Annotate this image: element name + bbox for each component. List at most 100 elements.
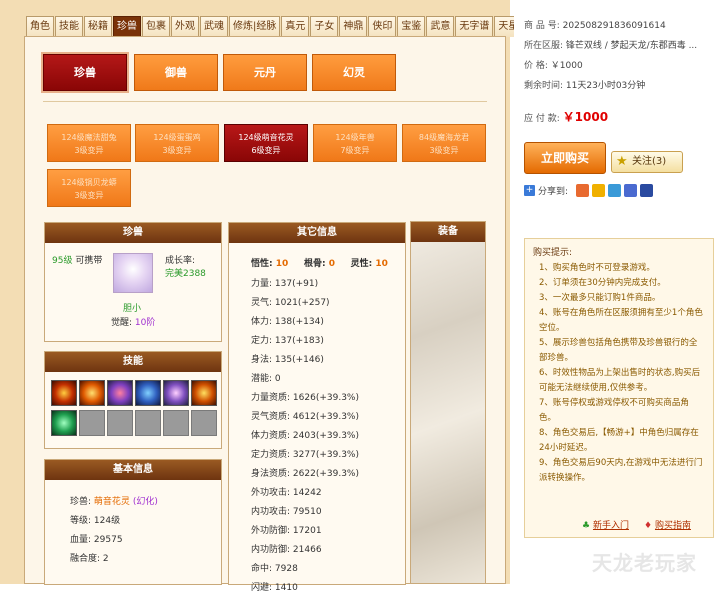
- basic-fusion-row: 融合度: 2: [70, 551, 109, 564]
- variant: (幻化): [132, 497, 158, 507]
- pet-card[interactable]: 124级魔法甜兔 3级变异: [47, 124, 131, 162]
- tip-item: 5、展示珍兽包括角色携带及珍兽银行的全部珍兽。: [539, 338, 698, 363]
- stat-row: 外功攻击: 14242: [251, 485, 322, 498]
- label: 商 品 号:: [524, 21, 560, 31]
- stat-value: 14242: [292, 488, 322, 498]
- label: 根骨:: [303, 259, 326, 269]
- stat-value: 2403(+39.3%): [292, 431, 359, 441]
- box-header: 技能: [45, 352, 221, 372]
- stat-value: 21466: [292, 545, 322, 555]
- tab-12[interactable]: 宝鉴: [397, 16, 426, 37]
- tab-5[interactable]: 外观: [171, 16, 199, 37]
- value: 124级: [93, 516, 121, 526]
- tab-10[interactable]: 神鼎: [339, 16, 368, 37]
- tab-bar: 角色技能秘籍珍兽包裹外观武魂修炼|经脉真元子女神鼎侠印宝鉴武意无字谱天星盘: [26, 16, 533, 37]
- beginner-link[interactable]: ♣ 新手入门: [582, 518, 629, 531]
- tab-8[interactable]: 真元: [281, 16, 310, 37]
- stat-label: 体力:: [251, 317, 273, 327]
- talent-row: 悟性: 10 根骨: 0 灵性: 10: [251, 256, 388, 269]
- awaken-value: 10阶: [134, 318, 156, 328]
- follow-button[interactable]: ★ 关注(3): [611, 151, 683, 173]
- stat-row: 力量资质: 1626(+39.3%): [251, 390, 359, 403]
- pet-card-selected[interactable]: 124级萌音花灵 6级变异: [224, 124, 308, 162]
- pet-name: 124级锅贝龙蟒: [61, 178, 117, 187]
- pet-name: 124级年兽: [335, 133, 375, 142]
- tab-7[interactable]: 修炼|经脉: [229, 16, 281, 37]
- tip-item: 6、时效性物品为上架出售时的状态,购买后可能无法继续使用,仅供参考。: [539, 368, 701, 393]
- tab-6[interactable]: 武魂: [200, 16, 228, 37]
- stat-row: 内功防御: 21466: [251, 542, 322, 555]
- stat-label: 内功防御:: [251, 545, 291, 555]
- box-header: 装备: [411, 222, 485, 242]
- pay-row: 应 付 款: ￥1000: [524, 108, 608, 125]
- pet-avatar: [113, 253, 153, 293]
- stat-label: 外功攻击:: [251, 488, 291, 498]
- other-info-box: 其它信息 悟性: 10 根骨: 0 灵性: 10 力量: 137(+91) 灵气:…: [228, 222, 406, 593]
- share-qzone-icon[interactable]: [592, 184, 606, 197]
- skill-icon[interactable]: [79, 380, 105, 406]
- share-renren-icon[interactable]: [624, 184, 638, 197]
- stat-row: 潜能: 0: [251, 371, 281, 384]
- buy-now-button[interactable]: 立即购买: [524, 142, 606, 174]
- main-btn-core[interactable]: 元丹: [223, 54, 307, 91]
- pet-card[interactable]: 124级锅贝龙蟒 3级变异: [47, 169, 131, 207]
- stat-label: 外功防御:: [251, 526, 291, 536]
- stat-label: 命中:: [251, 564, 273, 574]
- growth-value: 完美2388: [165, 269, 206, 279]
- tab-13[interactable]: 武意: [426, 16, 455, 37]
- tab-1[interactable]: 技能: [55, 16, 83, 37]
- guide-link[interactable]: ♦ 购买指南: [644, 518, 691, 531]
- tip-item: 2、订单须在30分钟内完成支付。: [539, 278, 666, 288]
- label: 融合度:: [70, 554, 101, 564]
- stat-value: 4612(+39.3%): [292, 412, 359, 422]
- stat-row: 定力: 137(+183): [251, 333, 324, 346]
- awaken-row: 觉醒: 10阶: [111, 315, 155, 328]
- stat-row: 体力资质: 2403(+39.3%): [251, 428, 359, 441]
- main-btn-phantom[interactable]: 幻灵: [312, 54, 396, 91]
- stat-label: 力量资质:: [251, 393, 291, 403]
- pet-name: 84级魔海龙君: [418, 133, 470, 142]
- skill-icon[interactable]: [51, 380, 77, 406]
- stat-label: 身法:: [251, 355, 273, 365]
- tip-item: 7、账号停权或游戏停权不可购买商品角色。: [539, 398, 689, 423]
- skill-icon[interactable]: [191, 380, 217, 406]
- pet-card[interactable]: 124级蛋蛋鸡 3级变异: [135, 124, 219, 162]
- main-btn-pet[interactable]: 珍兽: [43, 54, 127, 91]
- tab-3[interactable]: 珍兽: [113, 16, 141, 37]
- box-header: 珍兽: [45, 223, 221, 243]
- right-sidebar: 商 品 号: 202508291836091614 所在区服: 锋芒双线 / 梦…: [514, 0, 719, 584]
- pet-card[interactable]: 84级魔海龙君 3级变异: [402, 124, 486, 162]
- share-weibo-icon[interactable]: [576, 184, 590, 197]
- share-tencent-icon[interactable]: [608, 184, 622, 197]
- empty-skill-slot: [135, 410, 161, 436]
- tab-2[interactable]: 秘籍: [84, 16, 112, 37]
- cart-icon: ♦: [644, 521, 653, 531]
- basic-info-box: 基本信息 珍兽: 萌音花灵 (幻化) 等级: 124级 血量: 29575 融合…: [44, 459, 222, 585]
- value: 萌音花灵: [93, 497, 130, 507]
- share-qq-icon[interactable]: [640, 184, 654, 197]
- stat-row: 体力: 138(+134): [251, 314, 324, 327]
- tab-14[interactable]: 无字谱: [455, 16, 494, 37]
- value: 11天23小时03分钟: [565, 81, 646, 91]
- skill-icon[interactable]: [51, 410, 77, 436]
- label: 应 付 款:: [524, 114, 560, 124]
- tab-11[interactable]: 侠印: [368, 16, 397, 37]
- pet-variant: 3级变异: [429, 146, 459, 155]
- tab-4[interactable]: 包裹: [142, 16, 170, 37]
- stat-value: 0: [274, 374, 281, 384]
- value: 10: [275, 259, 289, 269]
- stat-label: 定力:: [251, 336, 273, 346]
- skill-icon[interactable]: [163, 380, 189, 406]
- stat-row: 外功防御: 17201: [251, 523, 322, 536]
- remain-row: 剩余时间: 11天23小时03分钟: [524, 78, 645, 91]
- skill-icon[interactable]: [135, 380, 161, 406]
- tab-9[interactable]: 子女: [310, 16, 339, 37]
- tab-0[interactable]: 角色: [26, 16, 54, 37]
- main-btn-tame[interactable]: 御兽: [134, 54, 218, 91]
- skill-icon[interactable]: [107, 380, 133, 406]
- label: 悟性:: [251, 259, 273, 269]
- label: 剩余时间:: [524, 81, 564, 91]
- pet-card[interactable]: 124级年兽 7级变异: [313, 124, 397, 162]
- value: 锋芒双线 / 梦起天龙/东郡西毒 ...: [565, 41, 698, 51]
- tips-list: 1、购买角色时不可登录游戏。 2、订单须在30分钟内完成支付。 3、一次最多只能订购…: [533, 261, 705, 486]
